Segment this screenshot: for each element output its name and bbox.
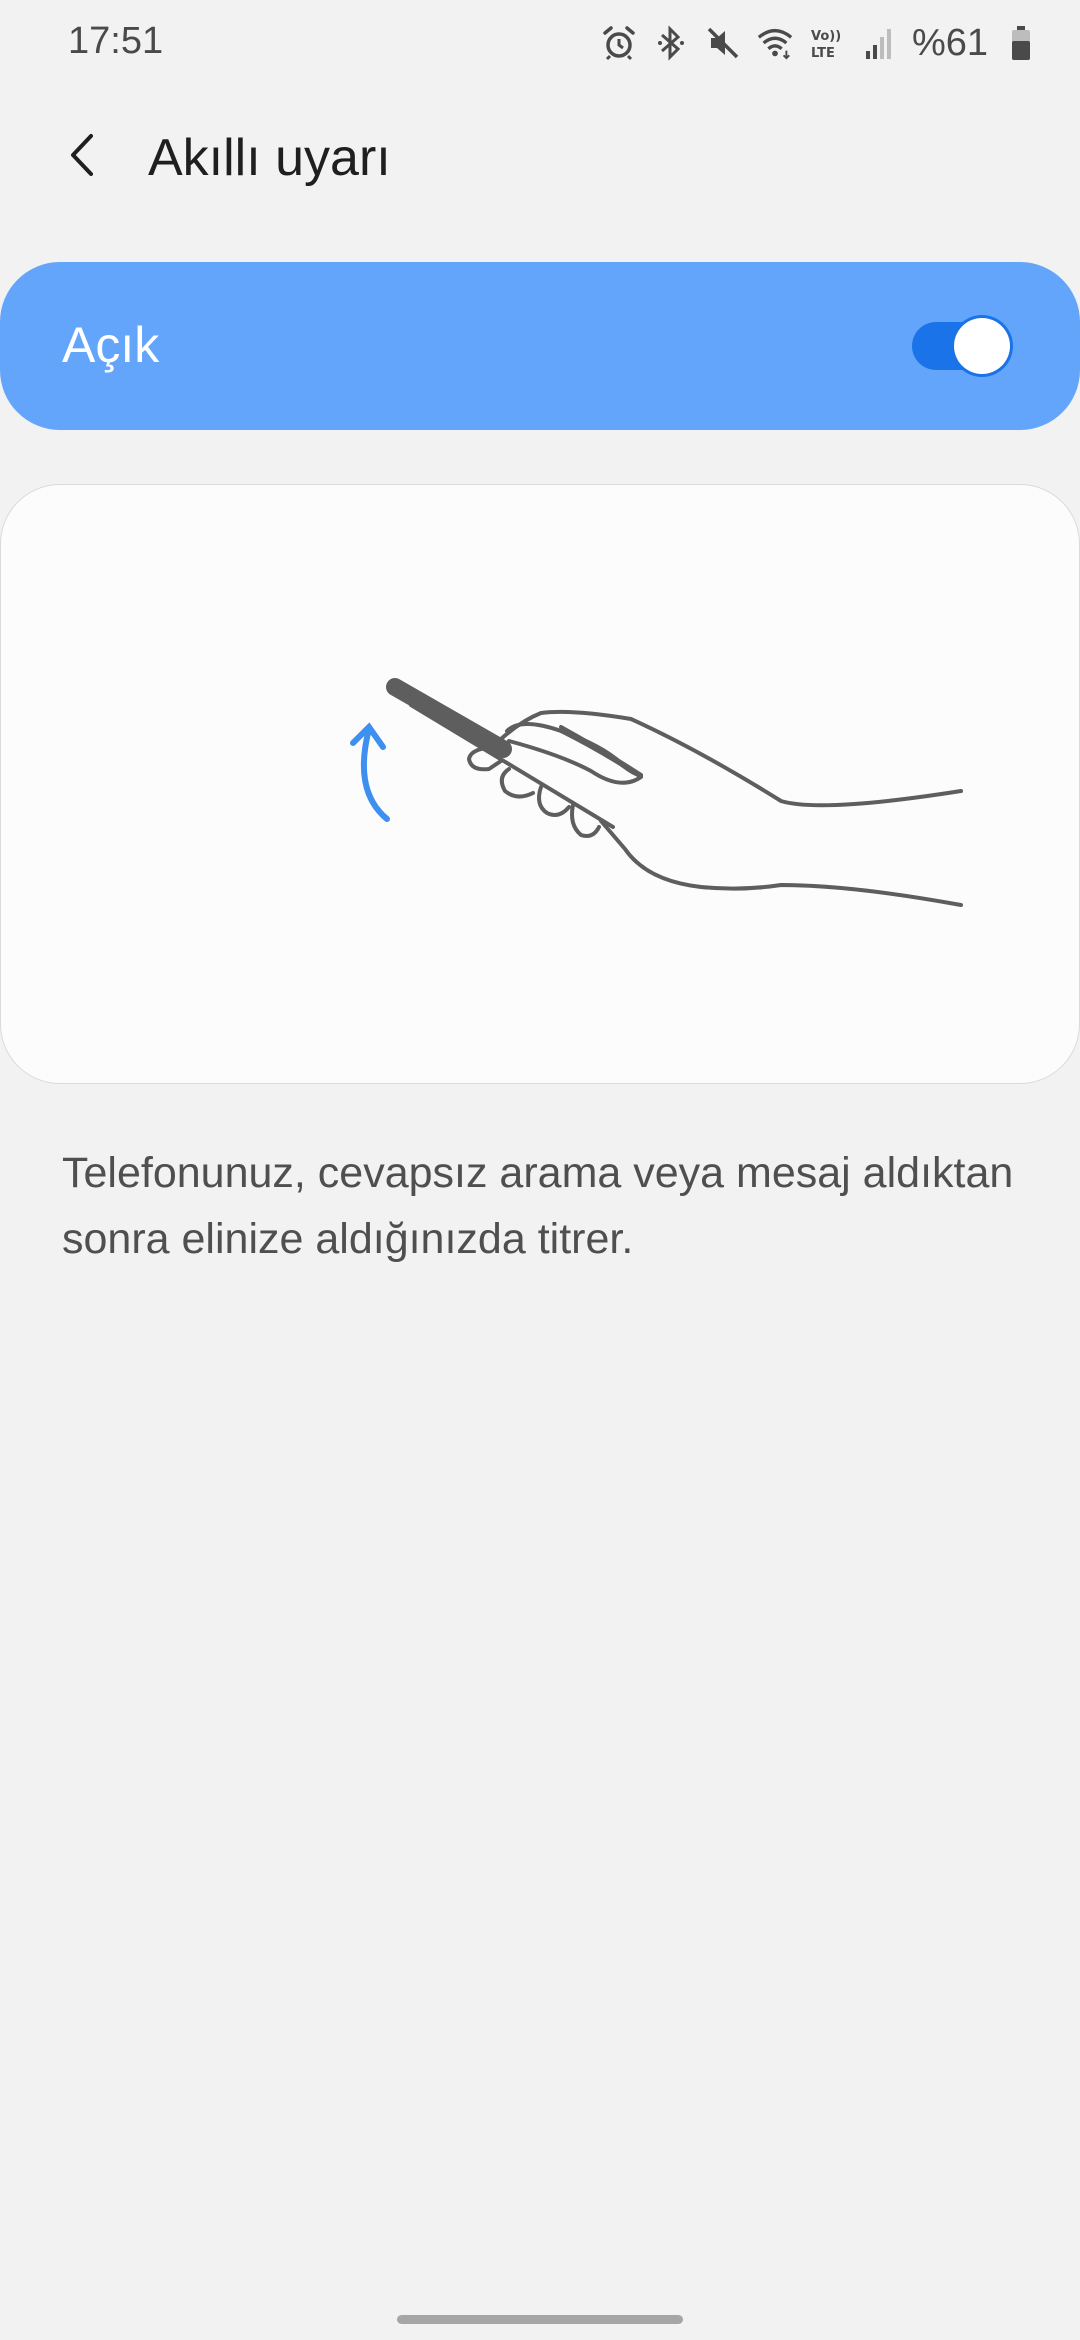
status-bar: 17:51 Vo)) LTE %61 [0, 0, 1080, 90]
home-indicator[interactable] [397, 2315, 683, 2324]
alarm-icon [600, 24, 638, 62]
svg-text:Vo)): Vo)) [811, 29, 841, 44]
hand-icon [467, 709, 963, 907]
hand-pickup-phone-illustration [350, 678, 963, 907]
mute-icon [704, 24, 742, 62]
illustration-card [0, 484, 1080, 1084]
status-icons: Vo)) LTE %61 [600, 20, 1040, 66]
battery-percent: %61 [911, 21, 988, 64]
signal-icon [860, 24, 898, 62]
master-switch-bar[interactable]: Açık [0, 262, 1080, 430]
bluetooth-icon [652, 24, 690, 62]
volte-icon: Vo)) LTE [808, 24, 846, 62]
master-toggle[interactable] [912, 318, 1010, 374]
svg-text:LTE: LTE [811, 46, 835, 61]
back-arrow-icon [71, 134, 93, 176]
description-text: Telefonunuz, cevapsız arama veya mesaj a… [62, 1149, 1014, 1263]
lift-arrow-icon [350, 722, 390, 822]
phone-icon [386, 678, 615, 829]
toggle-thumb [954, 318, 1010, 374]
back-button[interactable] [48, 120, 118, 190]
battery-icon [1002, 24, 1040, 62]
page-title: Akıllı uyarı [148, 129, 391, 187]
wifi-icon [756, 24, 794, 62]
status-time: 17:51 [68, 20, 164, 62]
master-switch-label: Açık [62, 317, 160, 373]
